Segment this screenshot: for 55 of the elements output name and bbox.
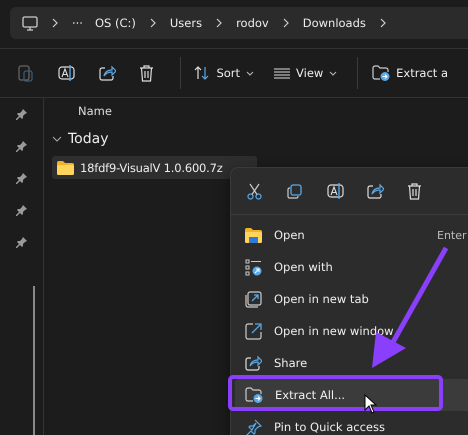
pin-icon[interactable] bbox=[16, 172, 28, 184]
chevron-right-icon bbox=[282, 18, 289, 28]
file-row[interactable]: 18fdf9-VisualV 1.0.600.7z bbox=[52, 156, 257, 179]
scissors-icon bbox=[247, 182, 262, 200]
lines-icon bbox=[274, 68, 290, 78]
chevron-right-icon bbox=[52, 18, 58, 28]
share-icon bbox=[367, 183, 384, 199]
new-window-icon bbox=[245, 322, 262, 340]
sort-button[interactable]: Sort bbox=[194, 66, 254, 80]
column-header[interactable]: Name bbox=[78, 104, 112, 118]
chevron-down-icon bbox=[246, 70, 254, 76]
menu-item[interactable]: Open with bbox=[235, 251, 468, 283]
pin-icon[interactable] bbox=[16, 108, 28, 120]
mouse-cursor-icon bbox=[364, 394, 377, 414]
zip-folder-icon bbox=[57, 160, 74, 174]
new-tab-icon bbox=[245, 290, 262, 308]
breadcrumb-item[interactable]: OS (C:) bbox=[94, 16, 136, 30]
zip-folder-icon bbox=[245, 387, 263, 403]
pin-icon[interactable] bbox=[16, 140, 28, 152]
open-with-icon bbox=[245, 258, 262, 276]
clipboard-icon bbox=[18, 64, 34, 82]
zip-folder-icon bbox=[372, 65, 390, 81]
view-button[interactable]: View bbox=[274, 66, 338, 80]
copy-icon bbox=[287, 184, 302, 198]
extract-button[interactable]: Extract a bbox=[372, 65, 448, 81]
file-name: 18fdf9-VisualV 1.0.600.7z bbox=[80, 160, 223, 174]
breadcrumb-overflow[interactable]: ··· bbox=[72, 16, 83, 30]
rename-icon bbox=[58, 65, 76, 81]
menu-item[interactable]: Open Enter bbox=[235, 219, 468, 251]
share-icon bbox=[245, 355, 262, 371]
chevron-down-icon bbox=[329, 70, 338, 76]
menu-item[interactable]: Share bbox=[235, 347, 468, 379]
chevron-right-icon bbox=[150, 18, 156, 28]
shortcut-label: Enter bbox=[437, 228, 467, 242]
menu-item[interactable]: Pin to Quick access bbox=[235, 411, 468, 435]
group-header: Today bbox=[68, 131, 108, 147]
menu-item[interactable]: Open in new window bbox=[235, 315, 468, 347]
breadcrumb-item[interactable]: rodov bbox=[236, 16, 269, 30]
pin-icon[interactable] bbox=[16, 204, 28, 216]
pin-icon bbox=[245, 418, 262, 435]
folder-icon bbox=[245, 228, 262, 242]
chevron-right-icon bbox=[380, 18, 386, 28]
trash-icon bbox=[407, 182, 422, 200]
share-icon bbox=[98, 65, 116, 81]
pin-icon[interactable] bbox=[16, 236, 28, 248]
scrollbar[interactable] bbox=[33, 286, 35, 435]
sort-icon bbox=[194, 66, 210, 80]
chevron-right-icon bbox=[216, 18, 222, 28]
trash-icon bbox=[139, 64, 154, 82]
rename-icon bbox=[327, 183, 345, 199]
computer-icon[interactable] bbox=[22, 16, 38, 30]
menu-item[interactable]: Open in new tab bbox=[235, 283, 468, 315]
chevron-down-icon[interactable] bbox=[52, 136, 62, 142]
breadcrumb-item[interactable]: Downloads bbox=[302, 16, 366, 30]
breadcrumb-item[interactable]: Users bbox=[170, 16, 202, 30]
